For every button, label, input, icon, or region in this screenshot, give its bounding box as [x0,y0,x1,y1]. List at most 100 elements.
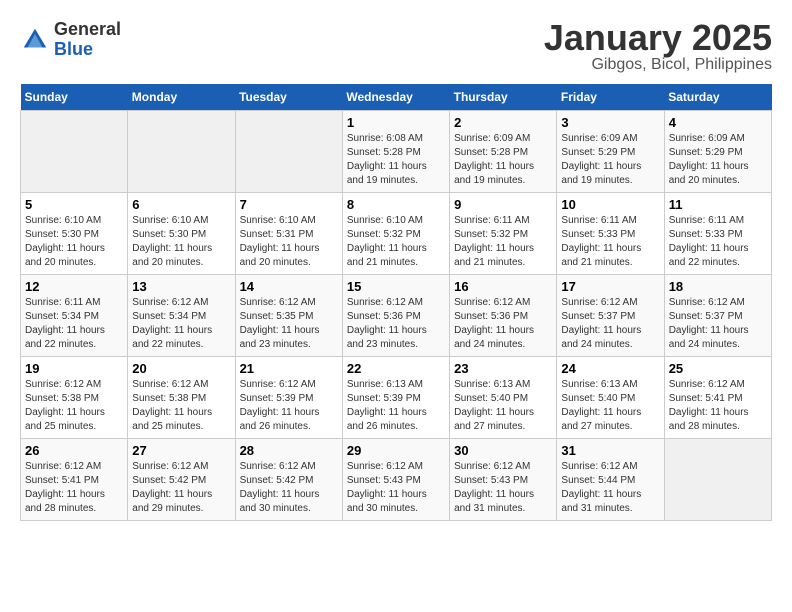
calendar-cell: 5 Sunrise: 6:10 AMSunset: 5:30 PMDaylight… [21,193,128,275]
calendar-cell: 24 Sunrise: 6:13 AMSunset: 5:40 PMDayligh… [557,357,664,439]
day-number: 24 [561,361,659,376]
calendar-cell: 23 Sunrise: 6:13 AMSunset: 5:40 PMDayligh… [450,357,557,439]
logo-icon [20,25,50,55]
calendar-cell: 20Sunrise: 6:12 AMSunset: 5:38 PMDayligh… [128,357,235,439]
calendar-cell [235,111,342,193]
calendar-cell: 4 Sunrise: 6:09 AMSunset: 5:29 PMDaylight… [664,111,771,193]
day-info: Sunrise: 6:12 AMSunset: 5:38 PMDaylight:… [25,378,123,434]
calendar-cell: 2Sunrise: 6:09 AMSunset: 5:28 PMDaylight… [450,111,557,193]
calendar-cell: 12 Sunrise: 6:11 AMSunset: 5:34 PMDayligh… [21,275,128,357]
logo-blue-label: Blue [54,40,121,60]
day-number: 7 [240,197,338,212]
day-number: 14 [240,279,338,294]
calendar-cell [664,439,771,521]
header-thursday: Thursday [450,84,557,111]
day-number: 15 [347,279,445,294]
day-number: 8 [347,197,445,212]
calendar-cell: 25Sunrise: 6:12 AMSunset: 5:41 PMDayligh… [664,357,771,439]
day-number: 27 [132,443,230,458]
calendar-cell: 14 Sunrise: 6:12 AMSunset: 5:35 PMDayligh… [235,275,342,357]
calendar-cell: 18Sunrise: 6:12 AMSunset: 5:37 PMDayligh… [664,275,771,357]
day-info: Sunrise: 6:12 AMSunset: 5:41 PMDaylight:… [25,460,123,516]
calendar-cell: 1Sunrise: 6:08 AMSunset: 5:28 PMDaylight… [342,111,449,193]
calendar-cell: 6 Sunrise: 6:10 AMSunset: 5:30 PMDaylight… [128,193,235,275]
day-number: 18 [669,279,767,294]
day-number: 6 [132,197,230,212]
day-info: Sunrise: 6:12 AMSunset: 5:36 PMDaylight:… [454,296,552,352]
day-number: 21 [240,361,338,376]
day-info: Sunrise: 6:11 AMSunset: 5:32 PMDaylight:… [454,214,552,270]
calendar-cell: 16Sunrise: 6:12 AMSunset: 5:36 PMDayligh… [450,275,557,357]
calendar-cell: 21 Sunrise: 6:12 AMSunset: 5:39 PMDayligh… [235,357,342,439]
day-number: 17 [561,279,659,294]
day-info: Sunrise: 6:12 AMSunset: 5:36 PMDaylight:… [347,296,445,352]
header-saturday: Saturday [664,84,771,111]
day-info: Sunrise: 6:11 AMSunset: 5:34 PMDaylight:… [25,296,123,352]
calendar-cell: 28 Sunrise: 6:12 AMSunset: 5:42 PMDayligh… [235,439,342,521]
header-tuesday: Tuesday [235,84,342,111]
calendar-title: January 2025 [544,20,772,56]
header-friday: Friday [557,84,664,111]
day-info: Sunrise: 6:13 AMSunset: 5:40 PMDaylight:… [561,378,659,434]
day-info: Sunrise: 6:12 AMSunset: 5:42 PMDaylight:… [240,460,338,516]
day-number: 29 [347,443,445,458]
calendar-cell: 22 Sunrise: 6:13 AMSunset: 5:39 PMDayligh… [342,357,449,439]
title-block: January 2025 Gibgos, Bicol, Philippines [544,20,772,74]
day-number: 9 [454,197,552,212]
page-header: General Blue January 2025 Gibgos, Bicol,… [20,20,772,74]
day-info: Sunrise: 6:12 AMSunset: 5:35 PMDaylight:… [240,296,338,352]
header-sunday: Sunday [21,84,128,111]
day-info: Sunrise: 6:10 AMSunset: 5:31 PMDaylight:… [240,214,338,270]
calendar-week-row: 1Sunrise: 6:08 AMSunset: 5:28 PMDaylight… [21,111,772,193]
day-number: 30 [454,443,552,458]
day-info: Sunrise: 6:11 AMSunset: 5:33 PMDaylight:… [669,214,767,270]
calendar-cell: 17 Sunrise: 6:12 AMSunset: 5:37 PMDayligh… [557,275,664,357]
day-info: Sunrise: 6:10 AMSunset: 5:32 PMDaylight:… [347,214,445,270]
calendar-cell: 26 Sunrise: 6:12 AMSunset: 5:41 PMDayligh… [21,439,128,521]
day-info: Sunrise: 6:12 AMSunset: 5:43 PMDaylight:… [347,460,445,516]
day-info: Sunrise: 6:12 AMSunset: 5:44 PMDaylight:… [561,460,659,516]
day-number: 10 [561,197,659,212]
day-info: Sunrise: 6:10 AMSunset: 5:30 PMDaylight:… [25,214,123,270]
calendar-cell: 31 Sunrise: 6:12 AMSunset: 5:44 PMDayligh… [557,439,664,521]
day-number: 28 [240,443,338,458]
calendar-cell: 29 Sunrise: 6:12 AMSunset: 5:43 PMDayligh… [342,439,449,521]
day-info: Sunrise: 6:10 AMSunset: 5:30 PMDaylight:… [132,214,230,270]
calendar-week-row: 26 Sunrise: 6:12 AMSunset: 5:41 PMDayligh… [21,439,772,521]
calendar-cell: 15 Sunrise: 6:12 AMSunset: 5:36 PMDayligh… [342,275,449,357]
day-info: Sunrise: 6:09 AMSunset: 5:29 PMDaylight:… [669,132,767,188]
calendar-subtitle: Gibgos, Bicol, Philippines [544,56,772,74]
calendar-table: SundayMondayTuesdayWednesdayThursdayFrid… [20,84,772,521]
calendar-cell: 3Sunrise: 6:09 AMSunset: 5:29 PMDaylight… [557,111,664,193]
day-info: Sunrise: 6:12 AMSunset: 5:37 PMDaylight:… [561,296,659,352]
day-number: 26 [25,443,123,458]
day-info: Sunrise: 6:12 AMSunset: 5:43 PMDaylight:… [454,460,552,516]
calendar-cell: 9 Sunrise: 6:11 AMSunset: 5:32 PMDaylight… [450,193,557,275]
calendar-cell: 27Sunrise: 6:12 AMSunset: 5:42 PMDayligh… [128,439,235,521]
day-number: 19 [25,361,123,376]
day-number: 22 [347,361,445,376]
day-number: 1 [347,115,445,130]
calendar-header-row: SundayMondayTuesdayWednesdayThursdayFrid… [21,84,772,111]
day-number: 23 [454,361,552,376]
day-info: Sunrise: 6:12 AMSunset: 5:39 PMDaylight:… [240,378,338,434]
day-number: 11 [669,197,767,212]
calendar-cell: 19 Sunrise: 6:12 AMSunset: 5:38 PMDayligh… [21,357,128,439]
day-number: 12 [25,279,123,294]
day-info: Sunrise: 6:12 AMSunset: 5:34 PMDaylight:… [132,296,230,352]
calendar-week-row: 19 Sunrise: 6:12 AMSunset: 5:38 PMDayligh… [21,357,772,439]
logo-general-label: General [54,20,121,40]
header-wednesday: Wednesday [342,84,449,111]
calendar-cell [21,111,128,193]
calendar-cell: 7 Sunrise: 6:10 AMSunset: 5:31 PMDaylight… [235,193,342,275]
day-info: Sunrise: 6:13 AMSunset: 5:40 PMDaylight:… [454,378,552,434]
day-info: Sunrise: 6:13 AMSunset: 5:39 PMDaylight:… [347,378,445,434]
calendar-week-row: 12 Sunrise: 6:11 AMSunset: 5:34 PMDayligh… [21,275,772,357]
day-number: 2 [454,115,552,130]
day-number: 31 [561,443,659,458]
day-number: 5 [25,197,123,212]
day-number: 20 [132,361,230,376]
day-number: 4 [669,115,767,130]
day-info: Sunrise: 6:09 AMSunset: 5:29 PMDaylight:… [561,132,659,188]
calendar-cell: 13Sunrise: 6:12 AMSunset: 5:34 PMDayligh… [128,275,235,357]
